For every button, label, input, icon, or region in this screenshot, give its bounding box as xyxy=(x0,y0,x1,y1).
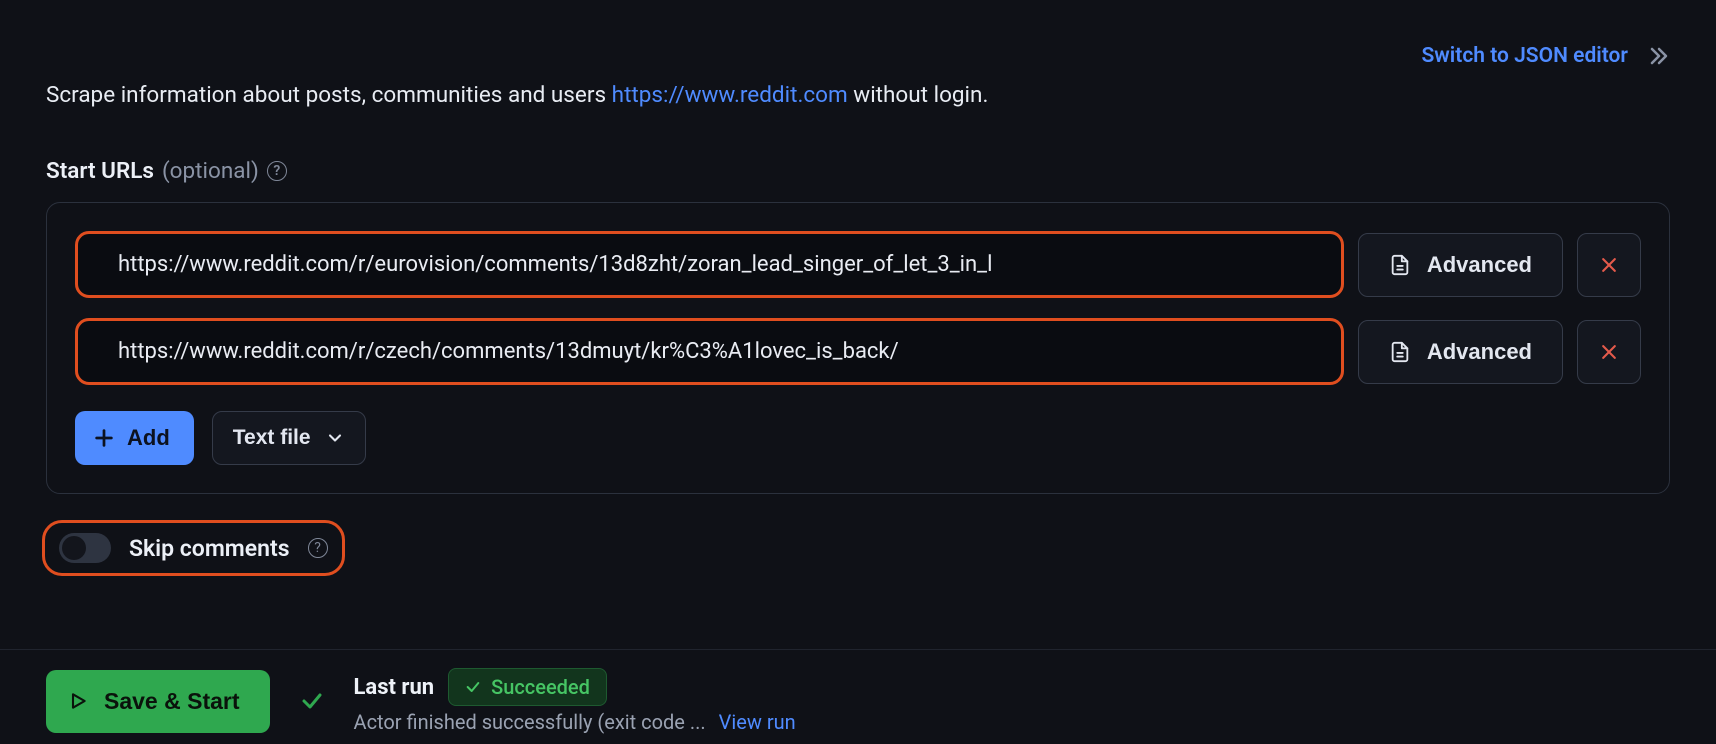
advanced-label: Advanced xyxy=(1427,252,1532,278)
status-text: Succeeded xyxy=(491,675,590,699)
start-urls-box: Advanced Advanced Add Text file xyxy=(46,202,1670,494)
view-run-link[interactable]: View run xyxy=(719,710,796,734)
check-icon xyxy=(300,689,324,713)
reddit-link[interactable]: https://www.reddit.com xyxy=(612,82,848,108)
url-row: Advanced xyxy=(75,231,1641,298)
chevron-double-right-icon xyxy=(1646,44,1670,68)
skip-comments-toggle[interactable] xyxy=(59,533,111,563)
check-icon xyxy=(465,679,481,695)
textfile-label: Text file xyxy=(233,426,311,450)
status-badge: Succeeded xyxy=(448,668,607,706)
footer-bar: Save & Start Last run Succeeded Actor fi… xyxy=(0,649,1716,744)
last-run-subtext: Actor finished successfully (exit code .… xyxy=(354,710,796,734)
document-icon xyxy=(1389,341,1411,363)
last-run-block: Last run Succeeded Actor finished succes… xyxy=(354,668,796,734)
save-start-label: Save & Start xyxy=(104,688,240,715)
chevron-down-icon xyxy=(325,428,345,448)
advanced-button[interactable]: Advanced xyxy=(1358,233,1563,297)
save-and-start-button[interactable]: Save & Start xyxy=(46,670,270,733)
add-label: Add xyxy=(127,425,170,451)
document-icon xyxy=(1389,254,1411,276)
description-text: Scrape information about posts, communit… xyxy=(46,82,1670,108)
start-urls-label-text: Start URLs xyxy=(46,158,154,184)
skip-comments-row: Skip comments ? xyxy=(42,520,345,576)
help-icon[interactable]: ? xyxy=(308,538,328,558)
close-icon xyxy=(1599,342,1619,362)
subtext: Actor finished successfully (exit code .… xyxy=(354,710,706,734)
plus-icon xyxy=(93,427,115,449)
url-actions-row: Add Text file xyxy=(75,411,1641,465)
toggle-knob xyxy=(62,536,86,560)
description-suffix: without login. xyxy=(848,82,989,108)
url-row: Advanced xyxy=(75,318,1641,385)
last-run-top: Last run Succeeded xyxy=(354,668,796,706)
text-file-button[interactable]: Text file xyxy=(212,411,366,465)
play-icon xyxy=(68,691,88,711)
switch-to-json-editor-link[interactable]: Switch to JSON editor xyxy=(1421,44,1670,68)
last-run-label: Last run xyxy=(354,675,435,700)
remove-url-button[interactable] xyxy=(1577,233,1641,297)
skip-comments-label: Skip comments xyxy=(129,535,290,562)
switch-json-label: Switch to JSON editor xyxy=(1421,44,1628,68)
close-icon xyxy=(1599,255,1619,275)
url-input[interactable] xyxy=(75,231,1344,298)
optional-tag: (optional) xyxy=(162,158,259,184)
advanced-label: Advanced xyxy=(1427,339,1532,365)
remove-url-button[interactable] xyxy=(1577,320,1641,384)
url-input[interactable] xyxy=(75,318,1344,385)
description-prefix: Scrape information about posts, communit… xyxy=(46,82,612,108)
advanced-button[interactable]: Advanced xyxy=(1358,320,1563,384)
help-icon[interactable]: ? xyxy=(267,161,287,181)
start-urls-label: Start URLs (optional) ? xyxy=(46,158,1670,184)
add-url-button[interactable]: Add xyxy=(75,411,194,465)
